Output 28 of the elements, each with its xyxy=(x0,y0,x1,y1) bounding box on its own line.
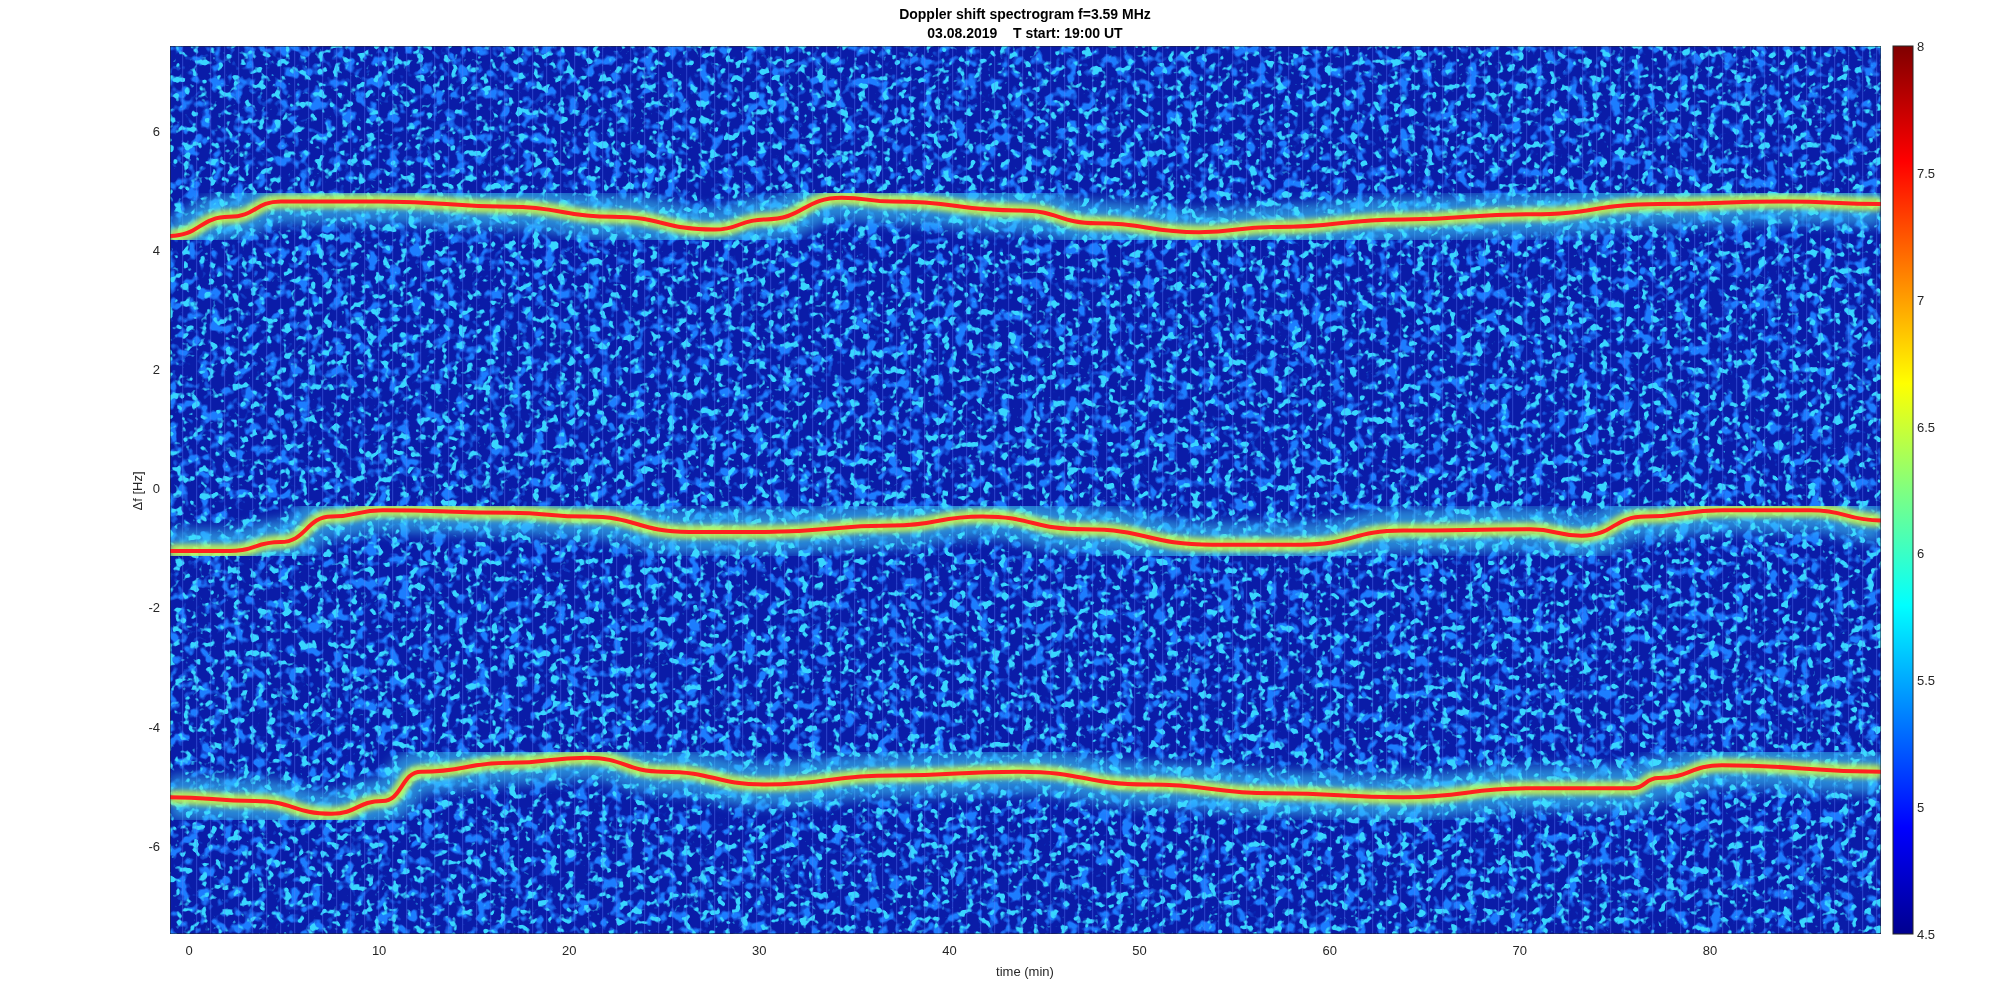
tick-label: -4 xyxy=(148,719,160,735)
plot-title: Doppler shift spectrogram f=3.59 MHz xyxy=(899,6,1151,22)
tick-label: 70 xyxy=(1512,943,1527,958)
tick-label: 7 xyxy=(1917,292,1925,308)
tick-label: 4 xyxy=(152,243,160,259)
tick-label: 20 xyxy=(562,943,577,958)
tick-label: -2 xyxy=(148,600,160,616)
tick-label: 5 xyxy=(1917,800,1925,816)
plot-title: 03.08.2019 T start: 19:00 UT xyxy=(927,25,1123,41)
tick-label: 6.5 xyxy=(1917,419,1936,435)
tick-label: 80 xyxy=(1702,943,1718,958)
tick-label: 2 xyxy=(152,362,160,378)
tick-label: -6 xyxy=(148,838,160,854)
tick-label: 6 xyxy=(1917,546,1925,562)
tick-label: 7.5 xyxy=(1917,165,1936,181)
tick-label: 6 xyxy=(152,124,160,139)
tick-label: 10 xyxy=(371,943,387,958)
tick-label: 60 xyxy=(1322,943,1337,958)
axis-label: Δf [Hz] xyxy=(130,471,145,511)
tick-label: 30 xyxy=(752,943,767,958)
tick-label: 0 xyxy=(152,481,160,497)
axis-label: time (min) xyxy=(996,964,1054,979)
tick-label: 40 xyxy=(942,943,957,958)
tick-label: 5.5 xyxy=(1917,673,1936,689)
tick-label: 8 xyxy=(1917,39,1925,54)
tick-label: 50 xyxy=(1132,943,1147,958)
tick-label: 4.5 xyxy=(1917,927,1936,942)
tick-label: 0 xyxy=(185,943,193,958)
